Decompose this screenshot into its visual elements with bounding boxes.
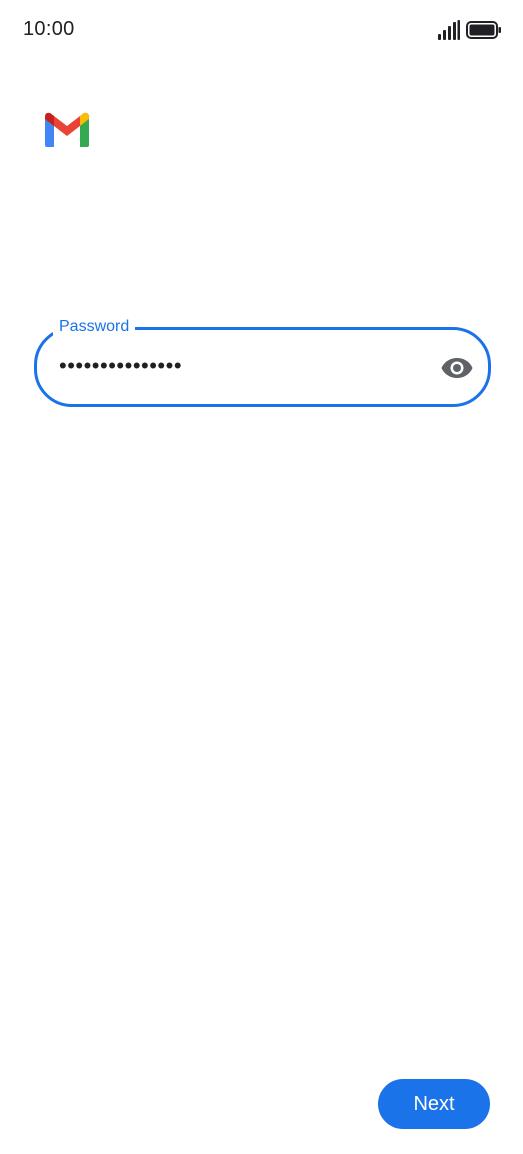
gmail-logo-icon <box>45 112 89 147</box>
eye-icon[interactable] <box>441 354 473 382</box>
next-button[interactable]: Next <box>378 1079 490 1129</box>
password-field-label: Password <box>53 317 136 337</box>
cellular-signal-icon <box>438 20 460 40</box>
status-bar: 10:00 <box>0 0 523 62</box>
password-field[interactable]: Password ••••••••••••••• <box>34 317 491 407</box>
password-field-value[interactable]: ••••••••••••••• <box>59 352 182 380</box>
status-time: 10:00 <box>23 18 75 40</box>
battery-full-icon <box>466 21 501 39</box>
